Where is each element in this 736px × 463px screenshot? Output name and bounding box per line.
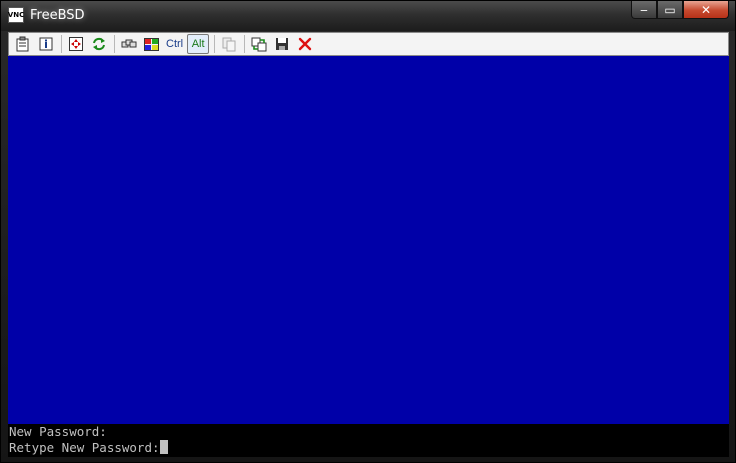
toolbar-separator xyxy=(114,35,115,53)
fullscreen-button[interactable] xyxy=(66,34,86,54)
fullscreen-icon xyxy=(69,37,83,51)
terminal-line: New Password: xyxy=(9,424,107,439)
toolbar: Ctrl Alt xyxy=(8,32,729,56)
options-button[interactable] xyxy=(13,34,33,54)
start-menu-icon xyxy=(144,38,159,51)
refresh-button[interactable] xyxy=(89,34,109,54)
minimize-icon: ‒ xyxy=(640,2,648,17)
close-button[interactable]: ✕ xyxy=(683,1,729,19)
text-cursor xyxy=(159,440,168,454)
vnc-app-icon[interactable]: VNC xyxy=(8,7,24,23)
options-icon xyxy=(16,36,29,52)
window-controls: ‒ ▭ ✕ xyxy=(631,1,729,21)
refresh-icon xyxy=(93,37,105,51)
save-icon xyxy=(276,38,289,50)
vnc-viewer-window: VNC FreeBSD ‒ ▭ ✕ Ctrl Alt New Password:… xyxy=(0,0,736,463)
disconnect-button[interactable] xyxy=(295,34,315,54)
maximize-icon: ▭ xyxy=(664,2,676,17)
file-transfer-button[interactable] xyxy=(249,34,269,54)
window-title: FreeBSD xyxy=(30,8,85,23)
close-icon: ✕ xyxy=(700,2,712,17)
title-bar[interactable]: VNC FreeBSD ‒ ▭ ✕ xyxy=(1,1,735,31)
ctrl-alt-del-button[interactable] xyxy=(119,34,139,54)
file-transfer-icon xyxy=(251,37,267,52)
copy-icon xyxy=(222,37,236,52)
save-button[interactable] xyxy=(272,34,292,54)
toolbar-separator xyxy=(61,35,62,53)
disconnect-icon xyxy=(298,37,312,51)
remote-desktop-view[interactable]: New Password: Retype New Password: xyxy=(8,56,729,457)
toolbar-separator xyxy=(244,35,246,53)
toolbar-separator xyxy=(214,35,216,53)
copy-button[interactable] xyxy=(219,34,239,54)
minimize-button[interactable]: ‒ xyxy=(631,1,657,19)
ctrl-alt-del-icon xyxy=(121,39,137,48)
connection-info-icon xyxy=(39,37,53,51)
ctrl-key-button[interactable]: Ctrl xyxy=(165,34,184,54)
alt-key-button[interactable]: Alt xyxy=(187,34,210,54)
start-menu-button[interactable] xyxy=(142,34,162,54)
terminal-output[interactable]: New Password: Retype New Password: xyxy=(8,424,729,457)
connection-info-button[interactable] xyxy=(36,34,56,54)
maximize-button[interactable]: ▭ xyxy=(657,1,683,19)
terminal-line: Retype New Password: xyxy=(8,440,729,456)
